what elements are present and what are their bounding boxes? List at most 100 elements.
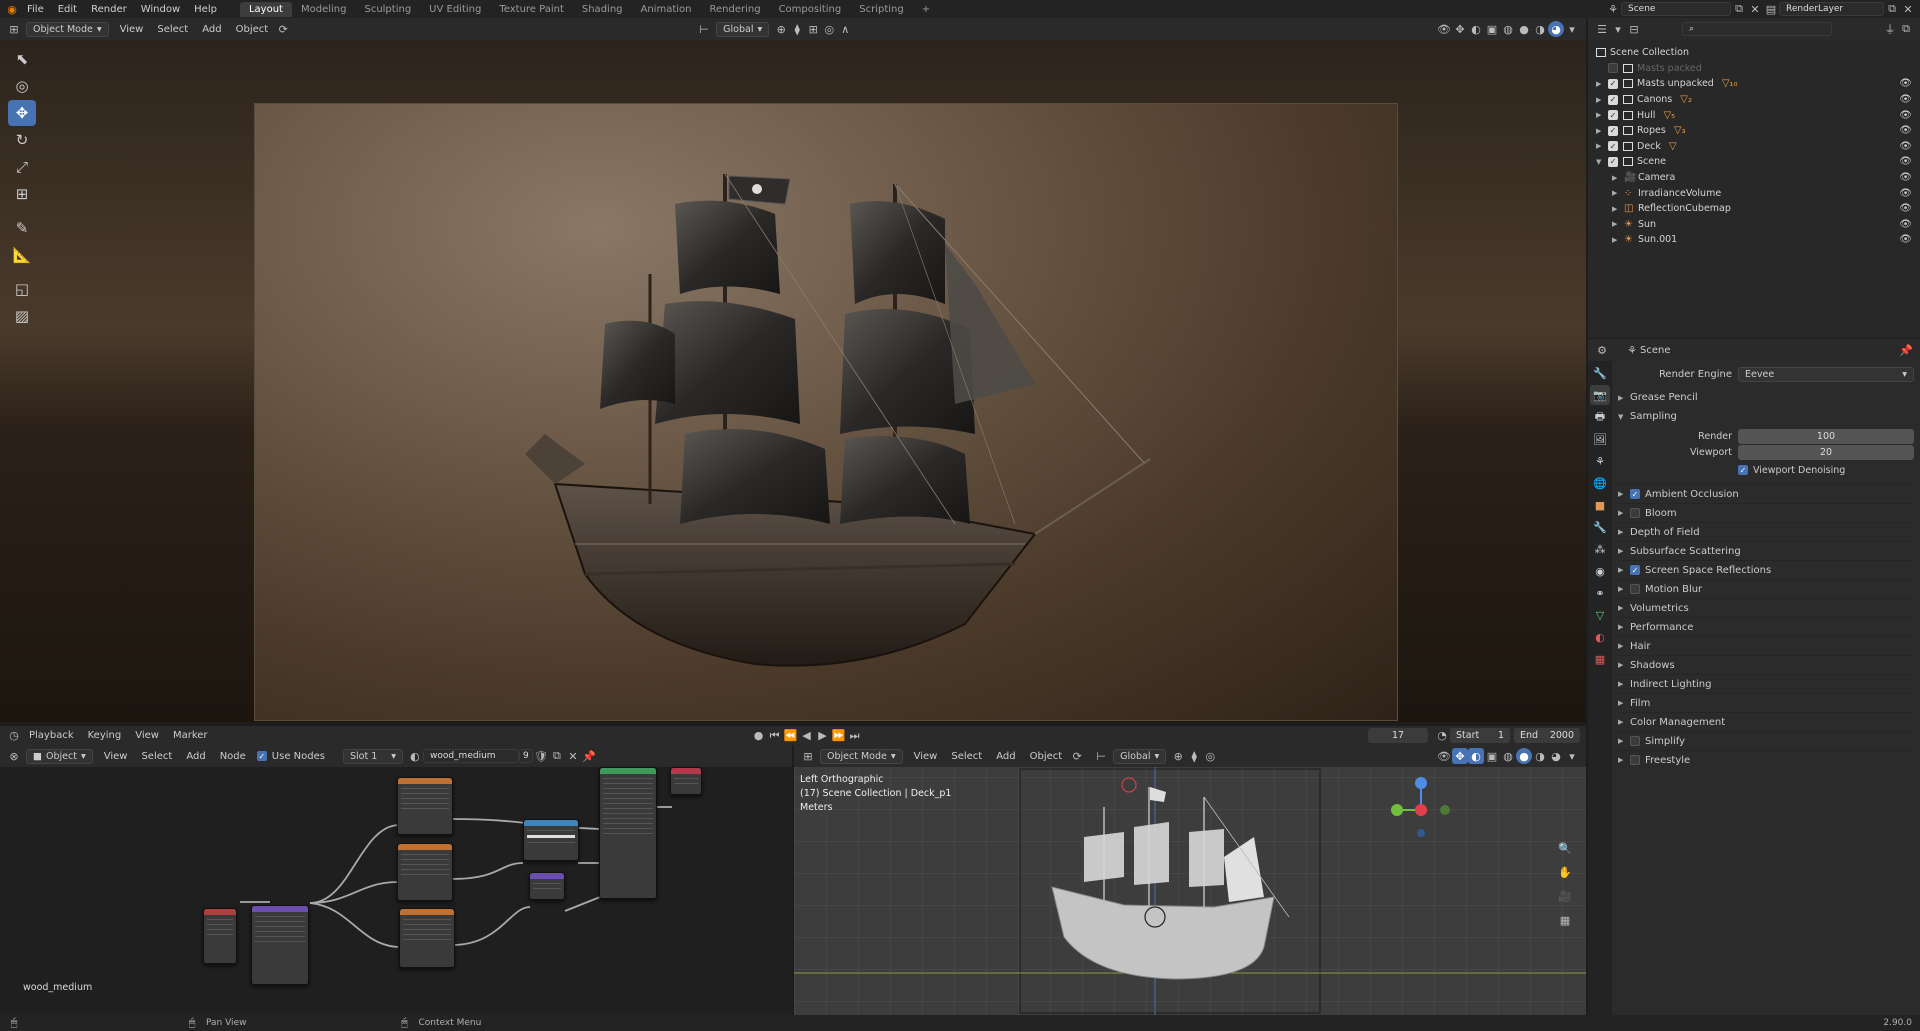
proportional-edit-icon[interactable]: ◎: [821, 21, 837, 37]
panel-enable-checkbox[interactable]: ✓: [1630, 565, 1640, 575]
view-layer-tab-icon[interactable]: 🖼: [1590, 429, 1610, 449]
preview-range-icon[interactable]: ◔: [1434, 728, 1450, 744]
collapsed-arrow-icon[interactable]: ▶: [1596, 111, 1608, 119]
new-layer-icon[interactable]: ⧉: [1884, 1, 1900, 17]
shader-type-dropdown[interactable]: ■ Object ▾: [26, 748, 93, 764]
image-texture-node-2[interactable]: [397, 843, 453, 901]
render-panel-row[interactable]: ▶ Hair: [1618, 636, 1914, 655]
tab-texture-paint[interactable]: Texture Paint: [490, 2, 573, 17]
outliner-search-input[interactable]: ⌕: [1682, 22, 1832, 36]
visibility-eye-icon[interactable]: 👁: [1899, 94, 1912, 105]
collection-checkbox[interactable]: ✓: [1608, 110, 1618, 121]
add-plane-tool[interactable]: ▨: [8, 303, 36, 329]
visibility-eye-icon[interactable]: 👁: [1899, 156, 1912, 167]
new-scene-icon[interactable]: ⧉: [1731, 1, 1747, 17]
rendered-shading-icon[interactable]: ◕: [1548, 21, 1564, 37]
timeline-menu-keying[interactable]: Keying: [81, 730, 129, 741]
outliner-row[interactable]: ▶ 🎥 Camera 👁: [1596, 170, 1920, 186]
collapsed-arrow-icon[interactable]: ▶: [1612, 236, 1624, 244]
wireframe-shading-icon[interactable]: ◍: [1500, 21, 1516, 37]
ortho-menu-select[interactable]: Select: [944, 751, 989, 762]
constraints-tab-icon[interactable]: ⚭: [1590, 583, 1610, 603]
orientation-dropdown[interactable]: Global ▾: [716, 21, 770, 37]
collapsed-arrow-icon[interactable]: ▶: [1596, 127, 1608, 135]
render-tab-icon[interactable]: 📷: [1590, 385, 1610, 405]
pivot-icon[interactable]: ⊕: [773, 21, 789, 37]
outliner-row[interactable]: ▶ ✓ Canons ▽₂ 👁: [1596, 92, 1920, 108]
select-box-tool[interactable]: ⬉: [8, 46, 36, 72]
mapping-node[interactable]: [251, 905, 309, 985]
collection-checkbox[interactable]: ✓: [1608, 141, 1618, 152]
record-icon[interactable]: ●: [751, 728, 767, 744]
menu-edit[interactable]: Edit: [51, 4, 84, 15]
tab-scripting[interactable]: Scripting: [850, 2, 912, 17]
node-editor-type-icon[interactable]: ⊗: [6, 748, 22, 764]
collapsed-arrow-icon[interactable]: ▶: [1612, 189, 1624, 197]
snap-target-icon[interactable]: ⊞: [805, 21, 821, 37]
ortho-pivot-icon[interactable]: ⊕: [1170, 748, 1186, 764]
filter-icon[interactable]: ⏚: [1882, 21, 1898, 37]
unlink-material-icon[interactable]: ✕: [565, 748, 581, 764]
render-panel-row[interactable]: ▶ Indirect Lighting: [1618, 674, 1914, 693]
collapsed-arrow-icon[interactable]: ▶: [1596, 96, 1608, 104]
shader-node-editor[interactable]: ⊗ ■ Object ▾ View Select Add Node ✓ Use N…: [0, 745, 792, 1015]
render-engine-dropdown[interactable]: Eevee ▾: [1738, 367, 1914, 382]
visibility-eye-icon[interactable]: 👁: [1899, 172, 1912, 183]
3d-viewport[interactable]: [0, 40, 1586, 722]
timeline-editor-icon[interactable]: ◷: [6, 728, 22, 744]
shading-options-icon[interactable]: ▾: [1564, 21, 1580, 37]
visibility-eye-icon[interactable]: 👁: [1899, 78, 1912, 89]
timeline-menu-view[interactable]: View: [128, 730, 166, 741]
tab-layout[interactable]: Layout: [239, 1, 292, 17]
outliner-row[interactable]: ▶ ⁘ IrradianceVolume 👁: [1596, 185, 1920, 201]
cursor-tool[interactable]: ◎: [8, 73, 36, 99]
ortho-gizmo-icon[interactable]: ✥: [1452, 748, 1468, 764]
prev-keyframe-icon[interactable]: ⏪: [783, 728, 799, 744]
material-name-field[interactable]: wood_medium: [422, 749, 519, 763]
collapsed-arrow-icon[interactable]: ▶: [1612, 174, 1624, 182]
outliner-row[interactable]: ▼ ✓ Scene 👁: [1596, 154, 1920, 170]
render-panel-row[interactable]: ▶ Depth of Field: [1618, 522, 1914, 541]
viewport-menu-add[interactable]: Add: [195, 24, 228, 35]
render-panel-row[interactable]: ▶ ✓ Screen Space Reflections: [1618, 560, 1914, 579]
ortho-menu-add[interactable]: Add: [989, 751, 1022, 762]
ortho-menu-object[interactable]: Object: [1023, 751, 1070, 762]
collection-checkbox[interactable]: ✓: [1608, 156, 1618, 167]
material-shading-icon[interactable]: ◑: [1532, 21, 1548, 37]
visibility-icon[interactable]: 👁: [1436, 21, 1452, 37]
image-texture-node-3[interactable]: [399, 908, 455, 968]
overlay-icon[interactable]: ◐: [1468, 21, 1484, 37]
scene-tab-icon[interactable]: ⚘: [1590, 451, 1610, 471]
render-panel-row[interactable]: ▶ Motion Blur: [1618, 579, 1914, 598]
ortho-link-icon[interactable]: ⟳: [1069, 748, 1085, 764]
material-tab-icon[interactable]: ◐: [1590, 627, 1610, 647]
physics-tab-icon[interactable]: ◉: [1590, 561, 1610, 581]
render-samples-field[interactable]: 100: [1738, 428, 1914, 444]
render-panel-row[interactable]: ▶ Bloom: [1618, 503, 1914, 522]
modifier-tab-icon[interactable]: 🔧: [1590, 517, 1610, 537]
collapsed-arrow-icon[interactable]: ▶: [1596, 80, 1608, 88]
render-panel-row[interactable]: ▶ Shadows: [1618, 655, 1914, 674]
transform-tool[interactable]: ⊞: [8, 181, 36, 207]
ortho-visibility-icon[interactable]: 👁: [1436, 748, 1452, 764]
visibility-eye-icon[interactable]: 👁: [1899, 125, 1912, 136]
viewport-menu-select[interactable]: Select: [150, 24, 195, 35]
panel-enable-checkbox[interactable]: ✓: [1630, 489, 1640, 499]
object-tab-icon[interactable]: ■: [1590, 495, 1610, 515]
menu-window[interactable]: Window: [134, 4, 187, 15]
zoom-icon[interactable]: 🔍: [1557, 840, 1573, 856]
tab-animation[interactable]: Animation: [632, 2, 701, 17]
grease-pencil-panel[interactable]: ▶ Grease Pencil: [1618, 388, 1914, 407]
outliner-row[interactable]: Masts packed: [1596, 61, 1920, 77]
panel-enable-checkbox[interactable]: [1630, 584, 1640, 594]
delete-layer-icon[interactable]: ✕: [1900, 1, 1916, 17]
render-panel-row[interactable]: ▶ Color Management: [1618, 712, 1914, 731]
timeline-menu-marker[interactable]: Marker: [166, 730, 215, 741]
scene-collection-row[interactable]: Scene Collection: [1596, 45, 1920, 61]
expanded-arrow-icon[interactable]: ▼: [1596, 158, 1608, 166]
end-frame-field[interactable]: End 2000: [1514, 728, 1580, 743]
pan-hand-icon[interactable]: ✋: [1557, 864, 1573, 880]
display-mode-icon[interactable]: ▾: [1610, 21, 1626, 37]
outliner-row[interactable]: ▶ ☀ Sun 👁: [1596, 217, 1920, 233]
render-panel-row[interactable]: ▶ Freestyle: [1618, 750, 1914, 769]
